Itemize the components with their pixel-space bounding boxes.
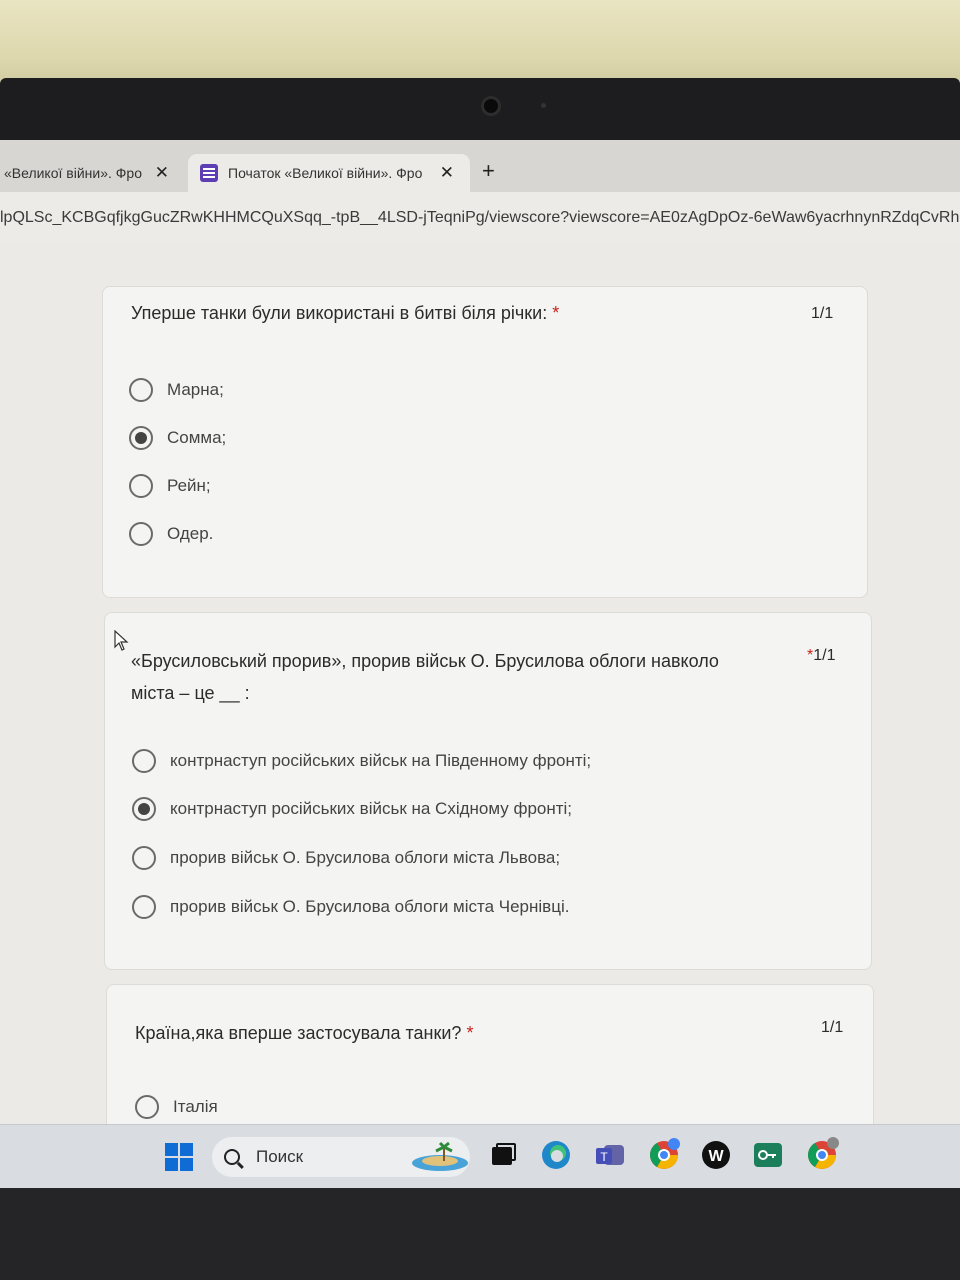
option-rein[interactable]: Рейн; [129, 474, 211, 498]
question-title: «Брусиловський прорив», прорив військ О.… [131, 645, 719, 709]
option-label: контрнаступ російських військ на Східном… [170, 799, 573, 818]
radio-button[interactable] [132, 846, 156, 870]
windows-start-icon[interactable] [165, 1143, 193, 1171]
close-icon[interactable]: ✕ [155, 163, 169, 183]
close-icon[interactable]: ✕ [440, 163, 454, 183]
taskbar: Поиск T W [0, 1124, 960, 1188]
question-card-2: «Брусиловський прорив», прорив військ О.… [104, 612, 872, 970]
radio-button-checked[interactable] [132, 797, 156, 821]
search-label: Поиск [256, 1147, 304, 1166]
required-marker: * [466, 1023, 474, 1043]
question-text: Країна,яка вперше застосувала танки? [135, 1023, 462, 1043]
webcam [481, 96, 501, 116]
score-value: 1/1 [813, 647, 836, 664]
option-label: Італія [173, 1097, 218, 1116]
question-card-1: Уперше танки були використані в битві бі… [102, 286, 868, 598]
option-east-front[interactable]: контрнаступ російських військ на Східном… [132, 797, 572, 821]
question-title: Уперше танки були використані в битві бі… [131, 297, 559, 329]
option-south-front[interactable]: контрнаступ російських військ на Південн… [132, 749, 591, 773]
google-forms-icon [200, 164, 218, 182]
search-icon [224, 1149, 240, 1165]
screen: «Великої війни». Фро ✕ Початок «Великої … [0, 140, 960, 1188]
tab-title: Початок «Великої війни». Фро [228, 165, 423, 181]
required-marker: * [552, 303, 560, 323]
score-label: 1/1 [811, 305, 834, 322]
radio-button[interactable] [129, 378, 153, 402]
chrome-profile-icon[interactable] [648, 1137, 682, 1171]
task-view-icon[interactable] [488, 1139, 520, 1171]
option-label: Марна; [167, 380, 224, 399]
radio-button[interactable] [129, 474, 153, 498]
tab-title: «Великої війни». Фро [4, 165, 142, 181]
key-app-icon[interactable] [752, 1139, 784, 1171]
radio-button-checked[interactable] [129, 426, 153, 450]
island-widget-icon[interactable] [410, 1139, 470, 1173]
teams-icon[interactable]: T [594, 1139, 626, 1171]
mouse-cursor-icon [114, 630, 129, 651]
chrome-icon[interactable] [804, 1135, 840, 1171]
option-label: Одер. [167, 524, 214, 543]
radio-button[interactable] [129, 522, 153, 546]
webcam-led [541, 103, 546, 108]
score-label: 1/1 [821, 1019, 844, 1036]
radio-button[interactable] [132, 749, 156, 773]
question-text: Уперше танки були використані в битві бі… [131, 303, 548, 323]
address-bar[interactable]: lpQLSc_KCBGqfjkgGucZRwKHHMCQuXSqq_-tpB__… [0, 192, 960, 244]
option-oder[interactable]: Одер. [129, 522, 213, 546]
option-somma[interactable]: Сомма; [129, 426, 226, 450]
tab-previous[interactable]: «Великої війни». Фро ✕ [0, 154, 185, 192]
svg-text:W: W [708, 1148, 724, 1165]
option-marna[interactable]: Марна; [129, 378, 224, 402]
question-title: Країна,яка вперше застосувала танки? * [135, 1017, 473, 1049]
option-label: контрнаступ російських військ на Південн… [170, 751, 592, 770]
score-label: *1/1 [807, 647, 835, 665]
tab-active[interactable]: Початок «Великої війни». Фро ✕ [188, 154, 470, 192]
laptop-bezel-bottom [0, 1188, 960, 1280]
radio-button[interactable] [135, 1095, 159, 1119]
tab-strip: «Великої війни». Фро ✕ Початок «Великої … [0, 140, 960, 192]
option-label: прорив військ О. Брусилова облоги міста … [170, 897, 570, 916]
option-chernivtsi[interactable]: прорив військ О. Брусилова облоги міста … [132, 895, 569, 919]
radio-button[interactable] [132, 895, 156, 919]
option-label: прорив військ О. Брусилова облоги міста … [170, 848, 561, 867]
option-italy[interactable]: Італія [135, 1095, 218, 1119]
edge-icon[interactable] [540, 1139, 572, 1171]
option-label: Рейн; [167, 476, 211, 495]
option-label: Сомма; [167, 428, 227, 447]
svg-text:T: T [600, 1150, 608, 1164]
laptop-bezel-top [0, 78, 960, 140]
url-text[interactable]: lpQLSc_KCBGqfjkgGucZRwKHHMCQuXSqq_-tpB__… [0, 209, 960, 227]
new-tab-button[interactable]: + [482, 158, 495, 184]
question-text: «Брусиловський прорив», прорив військ О.… [131, 651, 719, 671]
option-lviv[interactable]: прорив військ О. Брусилова облоги міста … [132, 846, 560, 870]
w-app-icon[interactable]: W [700, 1139, 732, 1171]
question-text-line2: міста – це __ : [131, 683, 250, 703]
